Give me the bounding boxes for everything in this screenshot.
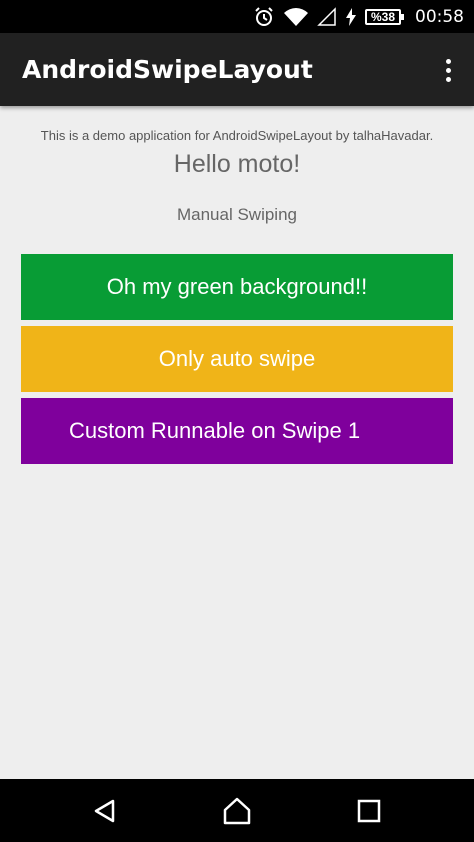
nav-bar	[0, 779, 474, 842]
recents-icon[interactable]	[339, 779, 399, 842]
charging-icon	[345, 7, 357, 27]
alarm-icon	[253, 6, 275, 28]
swipe-item-green[interactable]: Oh my green background!!	[21, 254, 453, 320]
hello-text: Hello moto!	[173, 150, 301, 178]
more-vert-icon[interactable]	[438, 55, 458, 85]
app-bar: AndroidSwipeLayout	[0, 33, 474, 106]
manual-swiping-label: Manual Swiping	[176, 205, 297, 224]
swipe-item-label: Custom Runnable on Swipe 1	[69, 418, 361, 443]
wifi-icon	[283, 7, 309, 27]
cell-signal-icon	[317, 6, 337, 27]
status-icons: %38 00:58	[253, 0, 464, 33]
swipe-item-label: Only auto swipe	[158, 346, 316, 371]
swipe-item-label: Oh my green background!!	[106, 274, 368, 299]
intro-text: This is a demo application for AndroidSw…	[40, 128, 434, 143]
swipe-item-auto[interactable]: Only auto swipe	[21, 326, 453, 392]
battery-icon: %38	[365, 8, 404, 25]
swipe-item-runnable[interactable]: Custom Runnable on Swipe 1	[21, 398, 453, 464]
status-clock: 00:58	[415, 6, 464, 27]
home-icon[interactable]	[207, 779, 267, 842]
status-bar: %38 00:58	[0, 0, 474, 33]
app-title: AndroidSwipeLayout	[22, 55, 313, 84]
back-icon[interactable]	[75, 779, 135, 842]
screen: %38 00:58 AndroidSwipeLayout This is a d…	[0, 0, 474, 842]
battery-level: %38	[370, 9, 396, 24]
